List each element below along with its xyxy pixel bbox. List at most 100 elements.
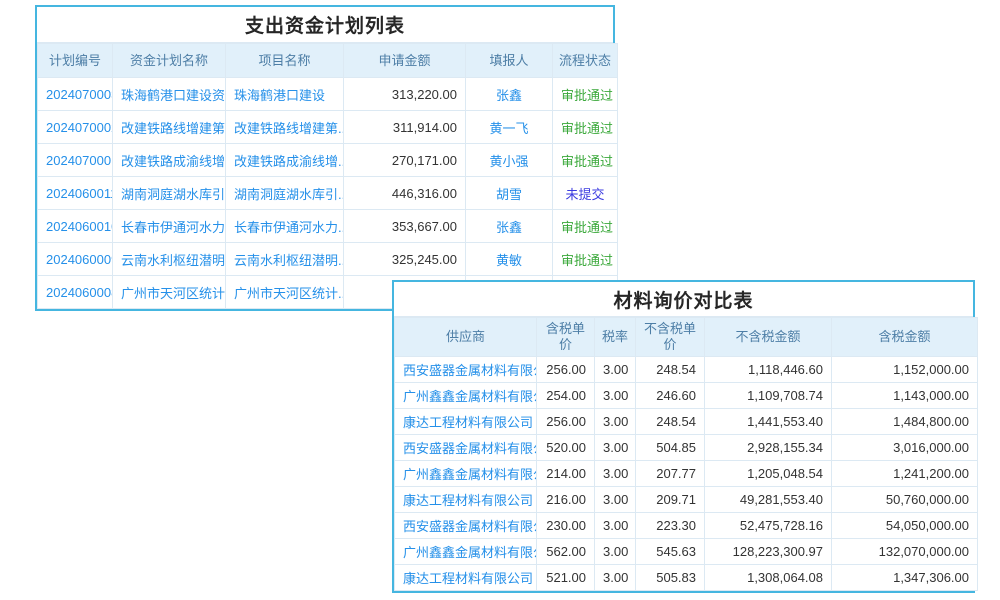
- plan_no-cell[interactable]: 2024070003: [38, 78, 113, 111]
- fund_name-cell[interactable]: 长春市伊通河水力发...: [113, 210, 226, 243]
- reporter-cell: 胡雪: [466, 177, 553, 210]
- supplier-cell[interactable]: 广州鑫鑫金属材料有限公司: [395, 539, 537, 565]
- unit_price_tax-cell: 562.00: [537, 539, 595, 565]
- column-header-amount_notax: 不含税金额: [705, 318, 832, 357]
- project_name-cell[interactable]: 湖南洞庭湖水库引...: [226, 177, 344, 210]
- fund_name-cell[interactable]: 珠海鹤港口建设资金...: [113, 78, 226, 111]
- amount_tax-cell: 3,016,000.00: [832, 435, 978, 461]
- amount-cell: 353,667.00: [344, 210, 466, 243]
- unit_price_notax-cell: 545.63: [636, 539, 705, 565]
- supplier-cell[interactable]: 西安盛器金属材料有限公司: [395, 357, 537, 383]
- unit_price_tax-cell: 214.00: [537, 461, 595, 487]
- amount_tax-cell: 132,070,000.00: [832, 539, 978, 565]
- unit_price_tax-cell: 521.00: [537, 565, 595, 591]
- supplier-cell[interactable]: 康达工程材料有限公司: [395, 487, 537, 513]
- fund_name-cell[interactable]: 广州市天河区统计局...: [113, 276, 226, 309]
- material-quote-table-card: 材料询价对比表 供应商含税单价税率不含税单价不含税金额含税金额 西安盛器金属材料…: [392, 280, 975, 593]
- plan_no-cell[interactable]: 2024060009: [38, 243, 113, 276]
- tax_rate-cell: 3.00: [595, 513, 636, 539]
- table-row: 康达工程材料有限公司256.003.00248.541,441,553.401,…: [395, 409, 978, 435]
- amount-cell: 313,220.00: [344, 78, 466, 111]
- amount_notax-cell: 1,118,446.60: [705, 357, 832, 383]
- fund_name-cell[interactable]: 改建铁路成渝线增建...: [113, 144, 226, 177]
- tax_rate-cell: 3.00: [595, 383, 636, 409]
- plan_no-cell[interactable]: 2024070002: [38, 111, 113, 144]
- tax_rate-cell: 3.00: [595, 539, 636, 565]
- supplier-cell[interactable]: 康达工程材料有限公司: [395, 409, 537, 435]
- unit_price_tax-cell: 254.00: [537, 383, 595, 409]
- tax_rate-cell: 3.00: [595, 487, 636, 513]
- amount_notax-cell: 2,928,155.34: [705, 435, 832, 461]
- amount_notax-cell: 1,205,048.54: [705, 461, 832, 487]
- tax_rate-cell: 3.00: [595, 461, 636, 487]
- supplier-cell[interactable]: 广州鑫鑫金属材料有限公司: [395, 461, 537, 487]
- column-header-project_name: 项目名称: [226, 44, 344, 78]
- amount_notax-cell: 1,308,064.08: [705, 565, 832, 591]
- amount_notax-cell: 128,223,300.97: [705, 539, 832, 565]
- column-header-reporter: 填报人: [466, 44, 553, 78]
- amount_notax-cell: 1,441,553.40: [705, 409, 832, 435]
- amount-cell: 325,245.00: [344, 243, 466, 276]
- amount_tax-cell: 1,241,200.00: [832, 461, 978, 487]
- unit_price_tax-cell: 256.00: [537, 409, 595, 435]
- supplier-cell[interactable]: 康达工程材料有限公司: [395, 565, 537, 591]
- reporter-cell: 黄小强: [466, 144, 553, 177]
- table-row: 西安盛器金属材料有限公司256.003.00248.541,118,446.60…: [395, 357, 978, 383]
- table-row: 康达工程材料有限公司216.003.00209.7149,281,553.405…: [395, 487, 978, 513]
- unit_price_tax-cell: 216.00: [537, 487, 595, 513]
- column-header-plan_no: 计划编号: [38, 44, 113, 78]
- fund_name-cell[interactable]: 改建铁路线增建第二...: [113, 111, 226, 144]
- material-quote-table: 供应商含税单价税率不含税单价不含税金额含税金额 西安盛器金属材料有限公司256.…: [394, 317, 978, 591]
- unit_price_tax-cell: 520.00: [537, 435, 595, 461]
- column-header-amount: 申请金额: [344, 44, 466, 78]
- amount_notax-cell: 49,281,553.40: [705, 487, 832, 513]
- project_name-cell[interactable]: 改建铁路成渝线增...: [226, 144, 344, 177]
- header-row: 供应商含税单价税率不含税单价不含税金额含税金额: [395, 318, 978, 357]
- unit_price_notax-cell: 207.77: [636, 461, 705, 487]
- table-row: 广州鑫鑫金属材料有限公司214.003.00207.771,205,048.54…: [395, 461, 978, 487]
- amount_tax-cell: 1,143,000.00: [832, 383, 978, 409]
- unit_price_notax-cell: 505.83: [636, 565, 705, 591]
- table-row: 2024070001改建铁路成渝线增建...改建铁路成渝线增...270,171…: [38, 144, 618, 177]
- supplier-cell[interactable]: 西安盛器金属材料有限公司: [395, 435, 537, 461]
- project_name-cell[interactable]: 云南水利枢纽潜明...: [226, 243, 344, 276]
- amount_tax-cell: 50,760,000.00: [832, 487, 978, 513]
- table-row: 康达工程材料有限公司521.003.00505.831,308,064.081,…: [395, 565, 978, 591]
- status-cell: 审批通过: [553, 210, 618, 243]
- fund_name-cell[interactable]: 湖南洞庭湖水库引水...: [113, 177, 226, 210]
- status-cell: 审批通过: [553, 111, 618, 144]
- material-quote-table-title: 材料询价对比表: [394, 282, 973, 317]
- column-header-amount_tax: 含税金额: [832, 318, 978, 357]
- table-row: 2024060010长春市伊通河水力发...长春市伊通河水力...353,667…: [38, 210, 618, 243]
- amount_notax-cell: 52,475,728.16: [705, 513, 832, 539]
- reporter-cell: 张鑫: [466, 78, 553, 111]
- amount_tax-cell: 1,152,000.00: [832, 357, 978, 383]
- project_name-cell[interactable]: 改建铁路线增建第...: [226, 111, 344, 144]
- fund_name-cell[interactable]: 云南水利枢纽潜明水...: [113, 243, 226, 276]
- column-header-supplier: 供应商: [395, 318, 537, 357]
- supplier-cell[interactable]: 西安盛器金属材料有限公司: [395, 513, 537, 539]
- amount_tax-cell: 1,347,306.00: [832, 565, 978, 591]
- status-cell: 审批通过: [553, 78, 618, 111]
- expenditure-plan-table-card: 支出资金计划列表 计划编号资金计划名称项目名称申请金额填报人流程状态 20240…: [35, 5, 615, 311]
- project_name-cell[interactable]: 长春市伊通河水力...: [226, 210, 344, 243]
- supplier-cell[interactable]: 广州鑫鑫金属材料有限公司: [395, 383, 537, 409]
- column-header-status: 流程状态: [553, 44, 618, 78]
- amount_tax-cell: 1,484,800.00: [832, 409, 978, 435]
- project_name-cell[interactable]: 广州市天河区统计...: [226, 276, 344, 309]
- amount-cell: 446,316.00: [344, 177, 466, 210]
- table-row: 2024070003珠海鹤港口建设资金...珠海鹤港口建设313,220.00张…: [38, 78, 618, 111]
- column-header-unit_price_tax: 含税单价: [537, 318, 595, 357]
- plan_no-cell[interactable]: 2024060011: [38, 177, 113, 210]
- plan_no-cell[interactable]: 2024070001: [38, 144, 113, 177]
- project_name-cell[interactable]: 珠海鹤港口建设: [226, 78, 344, 111]
- table-row: 2024060009云南水利枢纽潜明水...云南水利枢纽潜明...325,245…: [38, 243, 618, 276]
- plan_no-cell[interactable]: 2024060008: [38, 276, 113, 309]
- column-header-tax_rate: 税率: [595, 318, 636, 357]
- status-cell: 审批通过: [553, 243, 618, 276]
- table-row: 2024060011湖南洞庭湖水库引水...湖南洞庭湖水库引...446,316…: [38, 177, 618, 210]
- unit_price_notax-cell: 248.54: [636, 357, 705, 383]
- plan_no-cell[interactable]: 2024060010: [38, 210, 113, 243]
- unit_price_tax-cell: 256.00: [537, 357, 595, 383]
- reporter-cell: 张鑫: [466, 210, 553, 243]
